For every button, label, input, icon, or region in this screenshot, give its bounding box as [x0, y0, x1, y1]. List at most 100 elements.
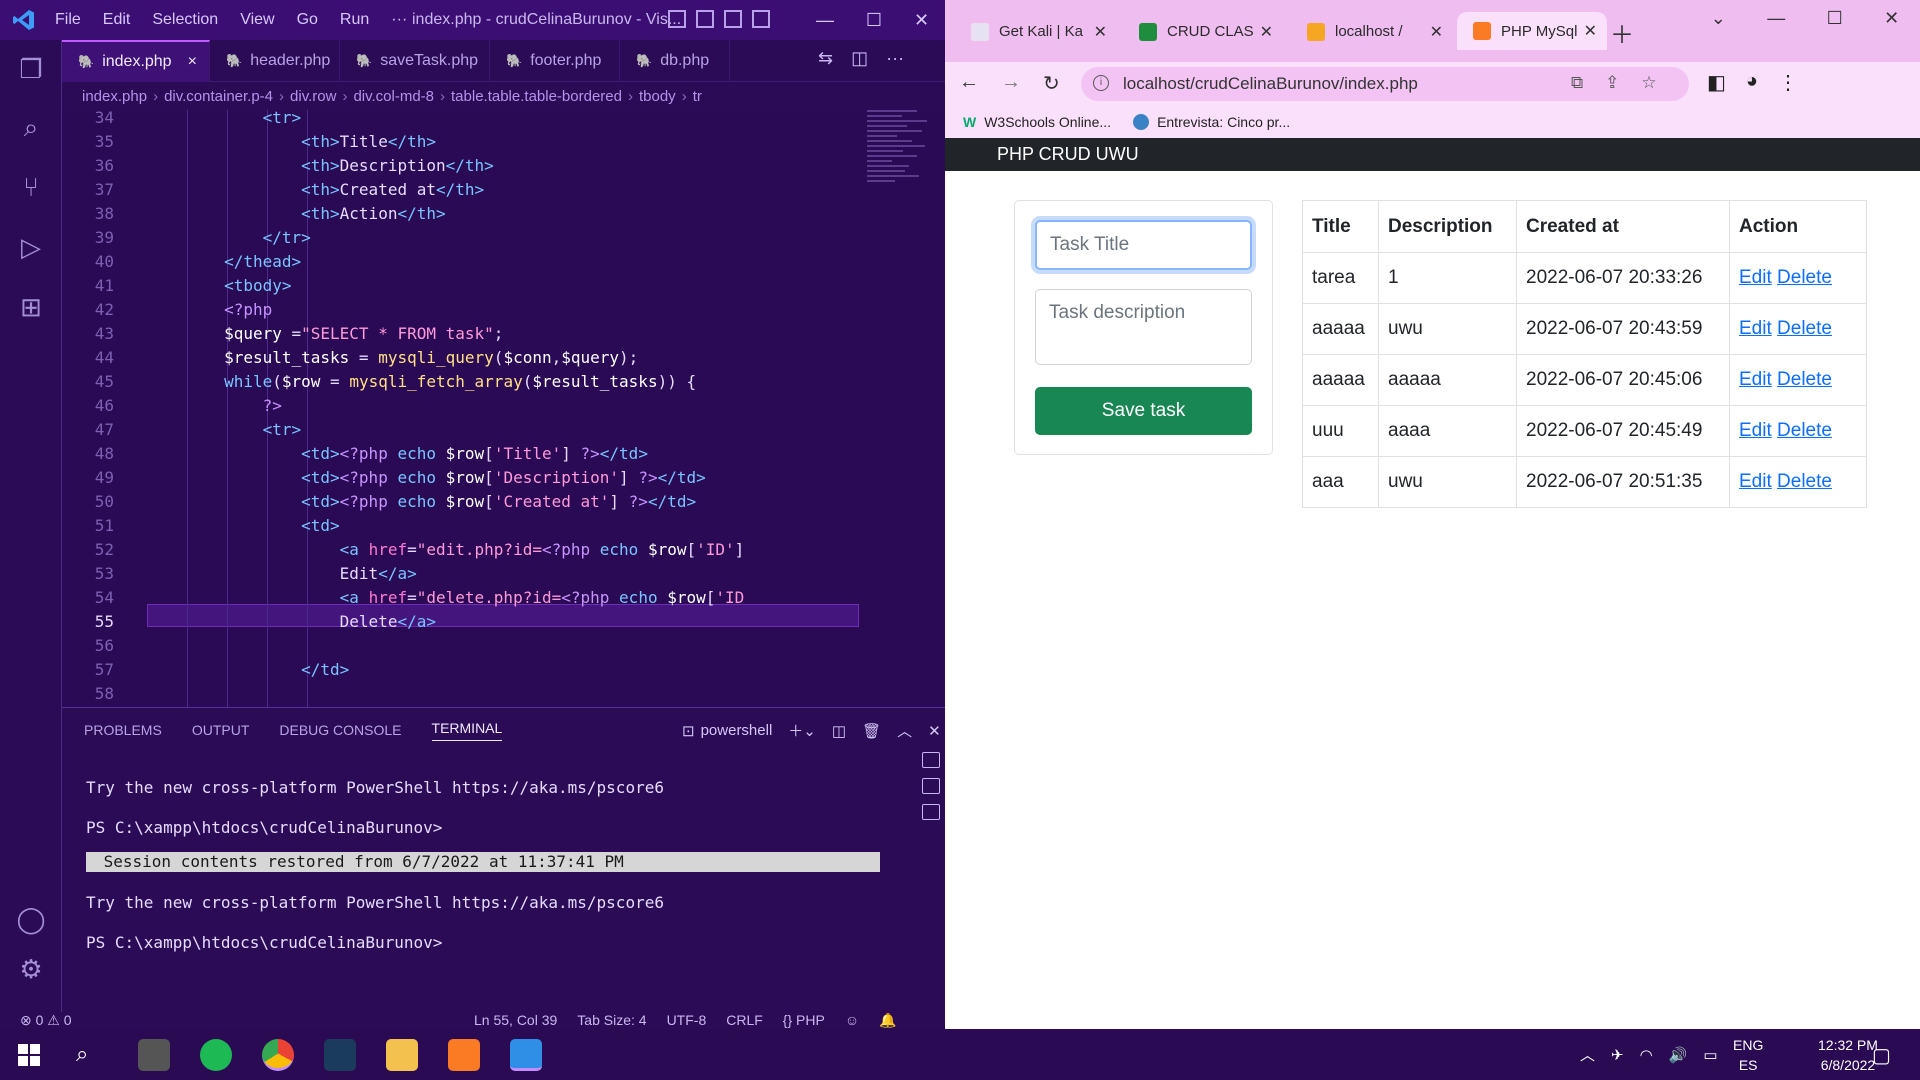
- run-debug-icon[interactable]: ▷: [14, 230, 48, 264]
- translate-icon[interactable]: ⧉: [1571, 73, 1583, 93]
- forward-icon[interactable]: →: [1001, 71, 1021, 96]
- side-panel-icon[interactable]: ◧: [1707, 70, 1726, 95]
- close-icon[interactable]: ✕: [1884, 8, 1899, 29]
- delete-link[interactable]: Delete: [1777, 471, 1832, 492]
- menu-edit[interactable]: Edit: [103, 11, 131, 29]
- task-title-input[interactable]: Task Title: [1035, 220, 1252, 270]
- minimap[interactable]: [867, 110, 937, 250]
- tab-close-icon[interactable]: ✕: [1430, 22, 1443, 42]
- delete-link[interactable]: Delete: [1777, 267, 1832, 288]
- bookmark-w3schools[interactable]: W W3Schools Online...: [963, 114, 1111, 130]
- tab-search-icon[interactable]: ⌄: [1711, 8, 1726, 29]
- browser-tab[interactable]: localhost / ✕: [1291, 15, 1453, 48]
- save-task-button[interactable]: Save task: [1035, 387, 1252, 435]
- app-tray-icon[interactable]: ✈: [1611, 1046, 1624, 1064]
- notification-center-icon[interactable]: ▢: [1872, 1043, 1891, 1068]
- cursor-position[interactable]: Ln 55, Col 39: [474, 1012, 557, 1029]
- reload-icon[interactable]: ↻: [1043, 71, 1060, 96]
- line-ending[interactable]: CRLF: [726, 1012, 763, 1029]
- clock[interactable]: 12:32 PM 6/8/2022: [1818, 1035, 1878, 1075]
- wifi-icon[interactable]: ◠: [1640, 1046, 1653, 1064]
- edit-link[interactable]: Edit: [1739, 267, 1772, 288]
- tab-close-icon[interactable]: ✕: [1260, 22, 1273, 42]
- extensions-icon[interactable]: ⊞: [14, 290, 48, 324]
- customize-layout-icon[interactable]: [752, 10, 770, 28]
- language-indicator[interactable]: ENG ES: [1733, 1035, 1763, 1075]
- language-mode[interactable]: {} PHP: [783, 1012, 825, 1029]
- bookmark-star-icon[interactable]: ☆: [1641, 73, 1656, 93]
- more-actions-icon[interactable]: ···: [886, 48, 904, 69]
- terminal-shell-label[interactable]: powershell: [701, 722, 773, 739]
- task-description-textarea[interactable]: Task description: [1035, 289, 1252, 365]
- menu-go[interactable]: Go: [297, 11, 318, 29]
- url-text[interactable]: localhost/crudCelinaBurunov/index.php: [1123, 74, 1418, 94]
- xampp-icon[interactable]: [448, 1039, 480, 1071]
- profile-avatar[interactable]: ◕: [1746, 70, 1758, 95]
- tab-output[interactable]: OUTPUT: [192, 722, 250, 738]
- search-icon[interactable]: ⌕: [76, 1041, 88, 1067]
- windows-start-icon[interactable]: [18, 1044, 40, 1066]
- split-terminal-icon[interactable]: ◫: [832, 722, 846, 740]
- feedback-icon[interactable]: ☺: [845, 1012, 859, 1029]
- delete-link[interactable]: Delete: [1777, 369, 1832, 390]
- problems-count[interactable]: ⊗ 0 ⚠ 0: [20, 1012, 72, 1029]
- address-bar[interactable]: i localhost/crudCelinaBurunov/index.php …: [1081, 67, 1689, 101]
- chrome-menu-icon[interactable]: ⋮: [1778, 70, 1798, 95]
- browser-tab-active[interactable]: PHP MySql ✕: [1457, 12, 1607, 50]
- share-icon[interactable]: ⇪: [1605, 73, 1619, 93]
- show-hidden-icons-icon[interactable]: ︿: [1580, 1044, 1595, 1065]
- breadcrumb-item[interactable]: div.col-md-8: [353, 88, 434, 105]
- menu-more[interactable]: ···: [391, 11, 407, 29]
- vscode-taskbar-icon[interactable]: [510, 1039, 542, 1071]
- breadcrumb-item[interactable]: table.table.table-bordered: [451, 88, 622, 105]
- edit-link[interactable]: Edit: [1739, 318, 1772, 339]
- menu-run[interactable]: Run: [340, 11, 369, 29]
- tab-close-icon[interactable]: ✕: [1094, 22, 1107, 42]
- tab-header-php[interactable]: 🐘 header.php: [210, 40, 340, 82]
- tab-terminal[interactable]: TERMINAL: [431, 720, 503, 741]
- battery-icon[interactable]: ▭: [1703, 1046, 1717, 1064]
- tab-size[interactable]: Tab Size: 4: [577, 1012, 646, 1029]
- breadcrumb-item[interactable]: index.php: [82, 88, 147, 105]
- terminal-instance-icon[interactable]: [922, 778, 940, 794]
- tab-footer-php[interactable]: 🐘 footer.php: [490, 40, 620, 82]
- tab-close-icon[interactable]: ✕: [1584, 21, 1597, 41]
- menu-view[interactable]: View: [240, 11, 274, 29]
- breadcrumb-item[interactable]: tr: [693, 88, 702, 105]
- explorer-icon[interactable]: ❐: [14, 52, 48, 86]
- terminal-instance-icon[interactable]: [922, 752, 940, 768]
- kill-terminal-icon[interactable]: 🗑: [862, 722, 881, 740]
- site-info-icon[interactable]: i: [1093, 75, 1109, 91]
- edit-link[interactable]: Edit: [1739, 420, 1772, 441]
- delete-link[interactable]: Delete: [1777, 420, 1832, 441]
- chrome-icon[interactable]: [262, 1039, 294, 1071]
- notifications-icon[interactable]: 🔔: [879, 1012, 896, 1029]
- delete-link[interactable]: Delete: [1777, 318, 1832, 339]
- edit-link[interactable]: Edit: [1739, 369, 1772, 390]
- encoding[interactable]: UTF-8: [667, 1012, 707, 1029]
- edit-link[interactable]: Edit: [1739, 471, 1772, 492]
- tab-savetask-php[interactable]: 🐘 saveTask.php: [340, 40, 490, 82]
- terminal-instance-icon[interactable]: [922, 804, 940, 820]
- account-icon[interactable]: ◯: [14, 902, 48, 936]
- file-explorer-icon[interactable]: [386, 1039, 418, 1071]
- toggle-panel-icon[interactable]: [696, 10, 714, 28]
- toggle-secondary-sidebar-icon[interactable]: [724, 10, 742, 28]
- breadcrumb-item[interactable]: div.row: [290, 88, 336, 105]
- tab-db-php[interactable]: 🐘 db.php: [620, 40, 730, 82]
- back-icon[interactable]: ←: [959, 71, 979, 96]
- split-editor-icon[interactable]: ◫: [851, 48, 868, 69]
- new-terminal-icon[interactable]: ＋⌄: [788, 720, 816, 741]
- close-icon[interactable]: ✕: [914, 10, 929, 31]
- maximize-icon[interactable]: ☐: [866, 10, 882, 31]
- tab-debug-console[interactable]: DEBUG CONSOLE: [279, 722, 401, 738]
- maximize-panel-icon[interactable]: ︿: [897, 720, 912, 741]
- browser-tab[interactable]: CRUD CLAS ✕: [1123, 15, 1283, 48]
- toggle-sidebar-icon[interactable]: [668, 10, 686, 28]
- navbar-brand[interactable]: PHP CRUD UWU: [945, 138, 1920, 171]
- menu-file[interactable]: File: [55, 11, 81, 29]
- source-control-icon[interactable]: ⑂: [14, 170, 48, 204]
- menu-selection[interactable]: Selection: [152, 11, 218, 29]
- browser-tab[interactable]: Get Kali | Ka ✕: [955, 15, 1117, 48]
- minimize-icon[interactable]: —: [1767, 8, 1785, 29]
